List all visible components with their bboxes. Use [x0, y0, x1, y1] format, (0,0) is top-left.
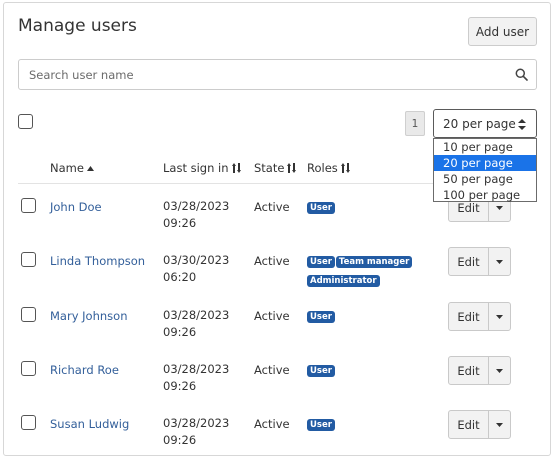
row-checkbox[interactable] [21, 415, 36, 430]
last-sign-in-time: 09:26 [163, 325, 197, 339]
user-state: Active [254, 363, 290, 377]
last-sign-in-date: 03/28/2023 [163, 199, 230, 213]
search-input[interactable] [19, 60, 499, 89]
edit-button[interactable]: Edit [449, 411, 489, 438]
per-page-select[interactable]: 20 per page [433, 109, 537, 138]
user-state: Active [254, 200, 290, 214]
column-header-name-label: Name [50, 161, 84, 175]
role-badge: User [307, 256, 335, 268]
role-badge: User [307, 419, 335, 431]
last-sign-in-date: 03/28/2023 [163, 308, 230, 322]
edit-split-button: Edit [448, 302, 511, 331]
table-row: Richard Roe 03/28/2023 09:26 Active User… [4, 356, 552, 413]
user-roles: User [307, 311, 417, 330]
last-sign-in: 03/28/2023 09:26 [163, 307, 229, 341]
edit-split-button: Edit [448, 356, 511, 385]
caret-down-icon [496, 368, 503, 373]
user-state: Active [254, 254, 290, 268]
column-header-last-sign-in-label: Last sign in [163, 161, 229, 175]
last-sign-in-date: 03/30/2023 [163, 253, 230, 267]
user-state: Active [254, 417, 290, 431]
user-name-link[interactable]: Richard Roe [50, 363, 119, 377]
column-header-state-label: State [254, 161, 285, 175]
last-sign-in: 03/30/2023 06:20 [163, 252, 229, 286]
page-number-button[interactable]: 1 [405, 111, 425, 136]
user-name-link[interactable]: Mary Johnson [50, 309, 127, 323]
select-arrows-icon [518, 119, 526, 130]
edit-button[interactable]: Edit [449, 248, 489, 275]
per-page-selected-value: 20 per page [443, 116, 516, 131]
last-sign-in: 03/28/2023 09:26 [163, 361, 229, 395]
table-row: Mary Johnson 03/28/2023 09:26 Active Use… [4, 302, 552, 359]
sort-icon [231, 163, 241, 173]
row-checkbox[interactable] [21, 361, 36, 376]
last-sign-in-date: 03/28/2023 [163, 362, 230, 376]
user-name-link[interactable]: John Doe [50, 200, 102, 214]
row-checkbox[interactable] [21, 198, 36, 213]
table-row: Linda Thompson 03/30/2023 06:20 Active U… [4, 247, 552, 304]
user-roles: User [307, 419, 417, 438]
manage-users-panel: Manage users Add user 1 20 per page 10 p… [3, 2, 551, 456]
edit-options-button[interactable] [489, 248, 510, 275]
column-header-roles[interactable]: Roles [307, 161, 350, 175]
edit-split-button: Edit [448, 247, 511, 276]
per-page-dropdown: 10 per page 20 per page 50 per page 100 … [433, 138, 537, 202]
role-badge: User [307, 202, 335, 214]
caret-down-icon [496, 314, 503, 319]
search-icon[interactable] [515, 68, 528, 81]
last-sign-in-time: 09:26 [163, 433, 197, 447]
user-roles: User [307, 365, 417, 384]
role-badge: User [307, 311, 335, 323]
edit-button[interactable]: Edit [449, 357, 489, 384]
row-checkbox[interactable] [21, 252, 36, 267]
role-badge: Team manager [335, 256, 413, 268]
column-header-state[interactable]: State [254, 161, 297, 175]
edit-button[interactable]: Edit [449, 303, 489, 330]
page-title: Manage users [18, 16, 137, 36]
user-name-link[interactable]: Susan Ludwig [50, 417, 129, 431]
last-sign-in-time: 09:26 [163, 379, 197, 393]
column-header-name[interactable]: Name [50, 161, 94, 175]
search-box [18, 59, 537, 90]
edit-options-button[interactable] [489, 303, 510, 330]
user-roles: User Team manager Administrator [307, 256, 417, 294]
sort-icon [340, 163, 350, 173]
row-checkbox[interactable] [21, 307, 36, 322]
user-name-link[interactable]: Linda Thompson [50, 254, 145, 268]
caret-down-icon [496, 259, 503, 264]
last-sign-in: 03/28/2023 09:26 [163, 198, 229, 232]
last-sign-in-time: 06:20 [163, 270, 197, 284]
user-roles: User [307, 202, 417, 221]
user-state: Active [254, 309, 290, 323]
column-header-roles-label: Roles [307, 161, 338, 175]
select-all-checkbox[interactable] [18, 114, 33, 129]
per-page-option-20[interactable]: 20 per page [434, 155, 536, 171]
add-user-button[interactable]: Add user [468, 17, 537, 46]
role-badge: User [307, 365, 335, 377]
sort-ascending-icon [86, 165, 94, 171]
caret-down-icon [496, 205, 503, 210]
edit-options-button[interactable] [489, 357, 510, 384]
per-page-option-50[interactable]: 50 per page [434, 171, 536, 187]
role-badge: Administrator [307, 275, 380, 287]
per-page-option-100[interactable]: 100 per page [434, 187, 536, 203]
last-sign-in-date: 03/28/2023 [163, 416, 230, 430]
edit-split-button: Edit [448, 410, 511, 439]
caret-down-icon [496, 422, 503, 427]
last-sign-in: 03/28/2023 09:26 [163, 415, 229, 449]
per-page-option-10[interactable]: 10 per page [434, 139, 536, 155]
column-header-last-sign-in[interactable]: Last sign in [163, 161, 241, 175]
table-row: Susan Ludwig 03/28/2023 09:26 Active Use… [4, 410, 552, 467]
table-row: John Doe 03/28/2023 09:26 Active User Ed… [4, 193, 552, 250]
sort-icon [287, 163, 297, 173]
last-sign-in-time: 09:26 [163, 216, 197, 230]
edit-options-button[interactable] [489, 411, 510, 438]
